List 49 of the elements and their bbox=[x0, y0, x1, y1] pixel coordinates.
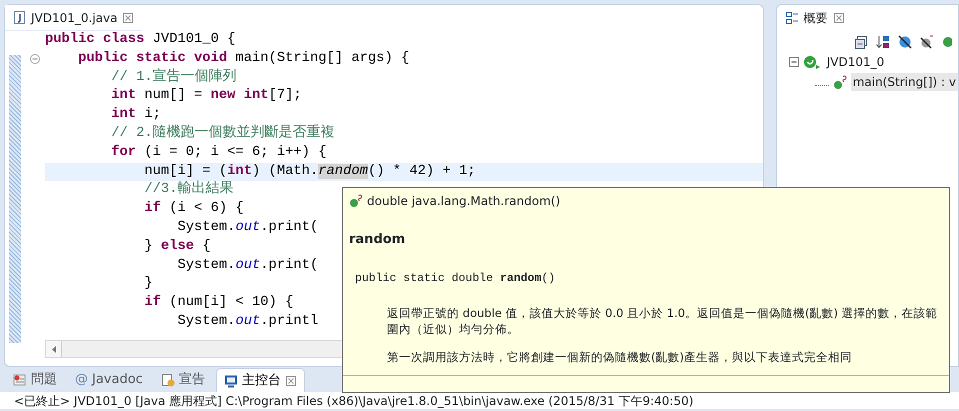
close-icon[interactable] bbox=[122, 12, 134, 24]
scroll-left-icon[interactable] bbox=[50, 344, 56, 354]
code-line: // 1.宣告一個陣列 bbox=[110, 68, 237, 87]
hide-static-icon[interactable] bbox=[920, 35, 934, 49]
hide-members-icon[interactable] bbox=[942, 35, 952, 49]
code-line: int i; bbox=[110, 106, 161, 124]
code-line: int num[] = new int[7]; bbox=[110, 87, 302, 106]
console-icon bbox=[224, 374, 238, 388]
code-line: System.out.print( bbox=[176, 256, 318, 275]
file-tab[interactable]: JVD101_0.java bbox=[5, 5, 142, 31]
code-line: } else { bbox=[143, 238, 211, 256]
declaration-icon bbox=[160, 373, 175, 387]
code-line: public class JVD101_0 { bbox=[45, 31, 236, 49]
tree-item[interactable]: JVD101_0 bbox=[824, 53, 886, 71]
code-line: } bbox=[143, 275, 153, 294]
static-method-icon bbox=[349, 194, 363, 208]
expander-icon[interactable] bbox=[788, 57, 799, 67]
panel-tab[interactable]: 問題 bbox=[6, 368, 64, 392]
code-line: public static void main(String[] args) { bbox=[77, 50, 410, 68]
tree-item[interactable]: main(String[]) : v bbox=[850, 73, 958, 91]
panel-tab[interactable]: 主控台 bbox=[216, 368, 305, 392]
console-status: <已終止> JVD101_0 [Java 應用程式] C:\Program Files (x86)\Java\jre1.8.0_51\bin\javaw.exe (2015/8/31 下午9:40:50) bbox=[14, 394, 694, 408]
class-icon bbox=[802, 54, 821, 70]
tooltip-header: double java.lang.Math.random() bbox=[367, 193, 560, 210]
code-line: if (i < 6) { bbox=[143, 200, 244, 218]
code-line: System.out.printl bbox=[176, 312, 318, 331]
code-line: //3.輸出結果 bbox=[143, 181, 234, 200]
fold-icon[interactable] bbox=[30, 54, 40, 64]
collapse-all-icon[interactable] bbox=[854, 35, 868, 50]
code-line: // 2.隨機跑一個數並判斷是否重複 bbox=[110, 124, 335, 143]
method-signature: public static double random() bbox=[355, 270, 556, 286]
close-icon[interactable] bbox=[284, 374, 297, 386]
outline-icon bbox=[784, 11, 799, 25]
panel-tab[interactable]: 宣告 bbox=[154, 368, 212, 392]
problems-icon bbox=[13, 373, 27, 387]
code-line: if (num[i] < 10) { bbox=[143, 294, 294, 312]
at-sign-icon: @ bbox=[75, 370, 88, 390]
tooltip-title: random bbox=[349, 231, 406, 249]
panel-title: 概要 bbox=[804, 10, 828, 27]
sort-icon[interactable] bbox=[876, 35, 890, 49]
hide-fields-icon[interactable] bbox=[898, 35, 912, 49]
panel-tab[interactable]: @ Javadoc bbox=[68, 368, 150, 392]
close-icon[interactable] bbox=[832, 12, 845, 24]
code-line: System.out.print( bbox=[176, 218, 318, 237]
description-text: 第一次調用該方法時，它將創建一個新的偽隨機數(亂數)產生器，與以下表達式完全相同 bbox=[387, 348, 853, 365]
java-file-icon bbox=[13, 11, 26, 24]
static-method-icon bbox=[832, 74, 847, 90]
code-line: for (i = 0; i <= 6; i++) { bbox=[110, 144, 327, 162]
description-text: 返回帶正號的 double 值，該值大於等於 0.0 且小於 1.0。返回值是一個偽隨機(亂數) 選擇的數，在該範圍內（近似）均勻分佈。 bbox=[387, 304, 939, 337]
